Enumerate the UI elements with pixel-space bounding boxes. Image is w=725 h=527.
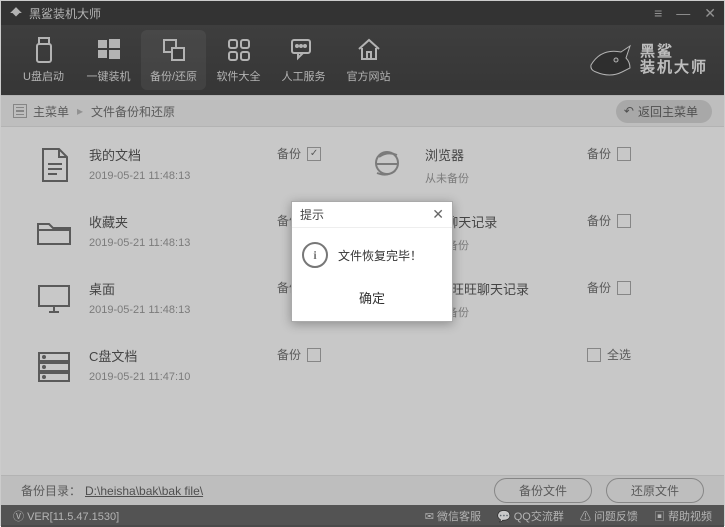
dialog-title: 提示 — [300, 206, 324, 223]
dialog-close-button[interactable]: ✕ — [432, 206, 444, 223]
dialog-message: 文件恢复完毕！ — [338, 247, 422, 264]
dialog-ok-button[interactable]: 确定 — [359, 291, 385, 306]
info-icon: i — [302, 242, 328, 268]
prompt-dialog: 提示 ✕ i 文件恢复完毕！ 确定 — [291, 201, 453, 322]
